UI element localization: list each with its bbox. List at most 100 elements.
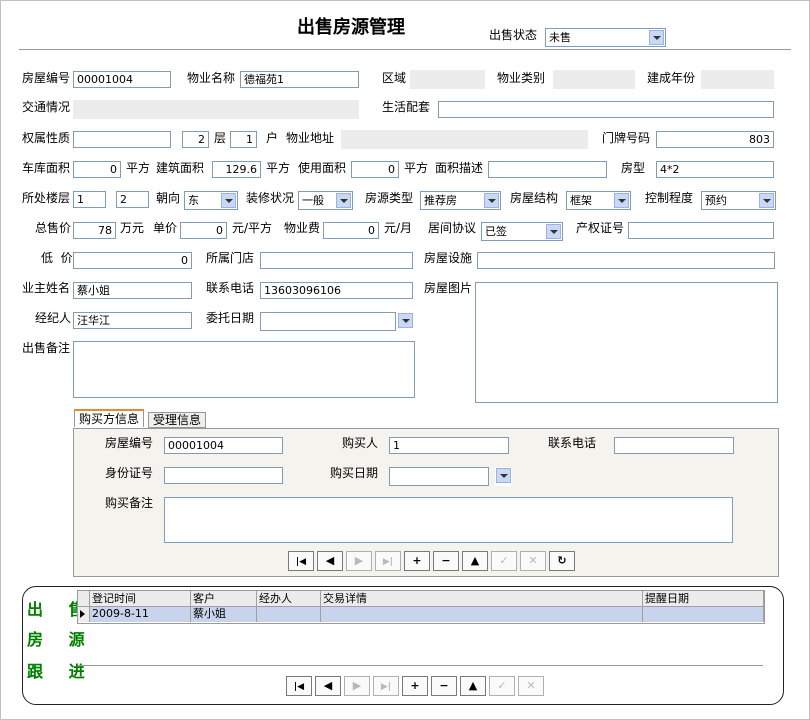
edit-button[interactable]: ▲ [460, 676, 486, 696]
agreement-value: 已签 [485, 225, 507, 238]
buyer-house-no-label: 房屋编号 [105, 436, 154, 450]
buyer-id-field[interactable] [164, 467, 283, 484]
buyer-date-button[interactable] [495, 467, 512, 486]
build-area-field[interactable]: 129.6 [212, 161, 261, 178]
unit-field[interactable]: 1 [230, 131, 257, 148]
post-button[interactable]: ✓ [491, 551, 517, 571]
followup-table[interactable]: 登记时间 客户 经办人 交易详情 提醒日期 2009-8-11 蔡小姐 [77, 590, 765, 624]
chevron-down-icon[interactable] [336, 193, 351, 208]
refresh-button[interactable]: ↻ [549, 551, 575, 571]
agent-field[interactable]: 汪华江 [73, 312, 192, 329]
facilities-field[interactable] [438, 101, 774, 118]
phone-field[interactable]: 13603096106 [260, 282, 413, 299]
commission-date-label: 委托日期 [206, 311, 255, 325]
house-no-field[interactable]: 00001004 [73, 71, 171, 88]
table-cell[interactable] [257, 607, 321, 622]
last-button[interactable]: ▶| [373, 676, 399, 696]
next-button[interactable]: ▶ [346, 551, 372, 571]
buyer-date-picker[interactable] [389, 467, 489, 486]
owner-field[interactable]: 蔡小姐 [73, 282, 192, 299]
store-field[interactable] [260, 252, 413, 269]
structure-select[interactable]: 框架 [566, 191, 631, 210]
last-icon: ▶| [380, 682, 392, 692]
unit-price-field[interactable]: 0 [180, 222, 227, 239]
equip-field[interactable] [477, 252, 775, 269]
commission-date-button[interactable] [397, 312, 414, 331]
cert-field[interactable] [628, 222, 774, 239]
chevron-down-icon[interactable] [484, 193, 499, 208]
property-type-field [553, 70, 635, 89]
source-type-value: 推荐房 [424, 194, 457, 207]
table-cell[interactable] [643, 607, 764, 622]
chevron-down-icon[interactable] [546, 224, 561, 239]
total-price-field[interactable]: 78 [73, 222, 116, 239]
next-button[interactable]: ▶ [344, 676, 370, 696]
column-header[interactable]: 提醒日期 [643, 591, 764, 607]
floor-pos-a-field[interactable]: 1 [73, 191, 106, 208]
chevron-down-icon[interactable] [759, 193, 774, 208]
cancel-icon: ✕ [526, 679, 536, 692]
commission-date-picker[interactable] [260, 312, 396, 331]
chevron-down-icon[interactable] [398, 313, 413, 328]
area-desc-field[interactable] [488, 161, 607, 178]
buyer-name-field[interactable]: 1 [389, 437, 509, 454]
add-button[interactable]: + [402, 676, 428, 696]
area-desc-label: 面积描述 [435, 161, 484, 175]
use-area-field[interactable]: 0 [351, 161, 399, 178]
first-button[interactable]: |◀ [286, 676, 312, 696]
buyer-remark-textarea[interactable] [164, 497, 733, 543]
cancel-button[interactable]: ✕ [520, 551, 546, 571]
house-photo-box[interactable] [475, 282, 778, 403]
source-type-select[interactable]: 推荐房 [420, 191, 501, 210]
table-cell[interactable] [321, 607, 643, 622]
prev-button[interactable]: ◀ [317, 551, 343, 571]
property-name-field[interactable]: 德福苑1 [240, 71, 359, 88]
decoration-label: 装修状况 [246, 191, 295, 205]
layout-field[interactable]: 4*2 [656, 161, 774, 178]
tab-acceptance-info[interactable]: 受理信息 [148, 412, 207, 428]
garage-field[interactable]: 0 [73, 161, 121, 178]
column-header[interactable]: 登记时间 [90, 591, 191, 607]
status-select[interactable]: 未售 [545, 28, 666, 47]
door-no-field[interactable]: 803 [656, 131, 774, 148]
build-area-label: 建筑面积 [156, 161, 205, 175]
cancel-button[interactable]: ✕ [518, 676, 544, 696]
buyer-phone-field[interactable] [614, 437, 734, 454]
edit-button[interactable]: ▲ [462, 551, 488, 571]
low-price-field[interactable]: 0 [73, 252, 192, 269]
orientation-select[interactable]: 东 [184, 191, 238, 210]
chevron-down-icon[interactable] [221, 193, 236, 208]
remark-textarea[interactable] [73, 341, 415, 398]
floor-pos-b-field[interactable]: 2 [116, 191, 149, 208]
floor-field[interactable]: 2 [182, 131, 209, 148]
orientation-label: 朝向 [156, 191, 181, 205]
column-header[interactable]: 交易详情 [321, 591, 643, 607]
chevron-down-icon[interactable] [614, 193, 629, 208]
garage-unit: 平方 [126, 161, 151, 175]
table-cell[interactable]: 蔡小姐 [191, 607, 257, 622]
control-label: 控制程度 [645, 191, 694, 205]
tab-buyer-info[interactable]: 购买方信息 [74, 409, 145, 427]
control-select[interactable]: 预约 [701, 191, 776, 210]
low-price-label: 低 价 [41, 251, 73, 265]
chevron-down-icon[interactable] [649, 30, 664, 45]
buyer-date-label: 购买日期 [330, 466, 379, 480]
fee-field[interactable]: 0 [323, 222, 379, 239]
table-cell[interactable]: 2009-8-11 [90, 607, 191, 622]
column-header[interactable]: 经办人 [257, 591, 321, 607]
delete-button[interactable]: − [433, 551, 459, 571]
prev-button[interactable]: ◀ [315, 676, 341, 696]
delete-button[interactable]: − [431, 676, 457, 696]
ownership-field[interactable] [73, 131, 171, 148]
first-button[interactable]: |◀ [288, 551, 314, 571]
chevron-down-icon[interactable] [496, 468, 511, 483]
buyer-house-no-field[interactable]: 00001004 [164, 437, 283, 454]
status-label: 出售状态 [489, 28, 538, 42]
decoration-select[interactable]: 一般 [298, 191, 353, 210]
agreement-select[interactable]: 已签 [481, 222, 563, 241]
last-button[interactable]: ▶| [375, 551, 401, 571]
post-button[interactable]: ✓ [489, 676, 515, 696]
add-button[interactable]: + [404, 551, 430, 571]
column-header[interactable]: 客户 [191, 591, 257, 607]
build-year-field [701, 70, 774, 89]
